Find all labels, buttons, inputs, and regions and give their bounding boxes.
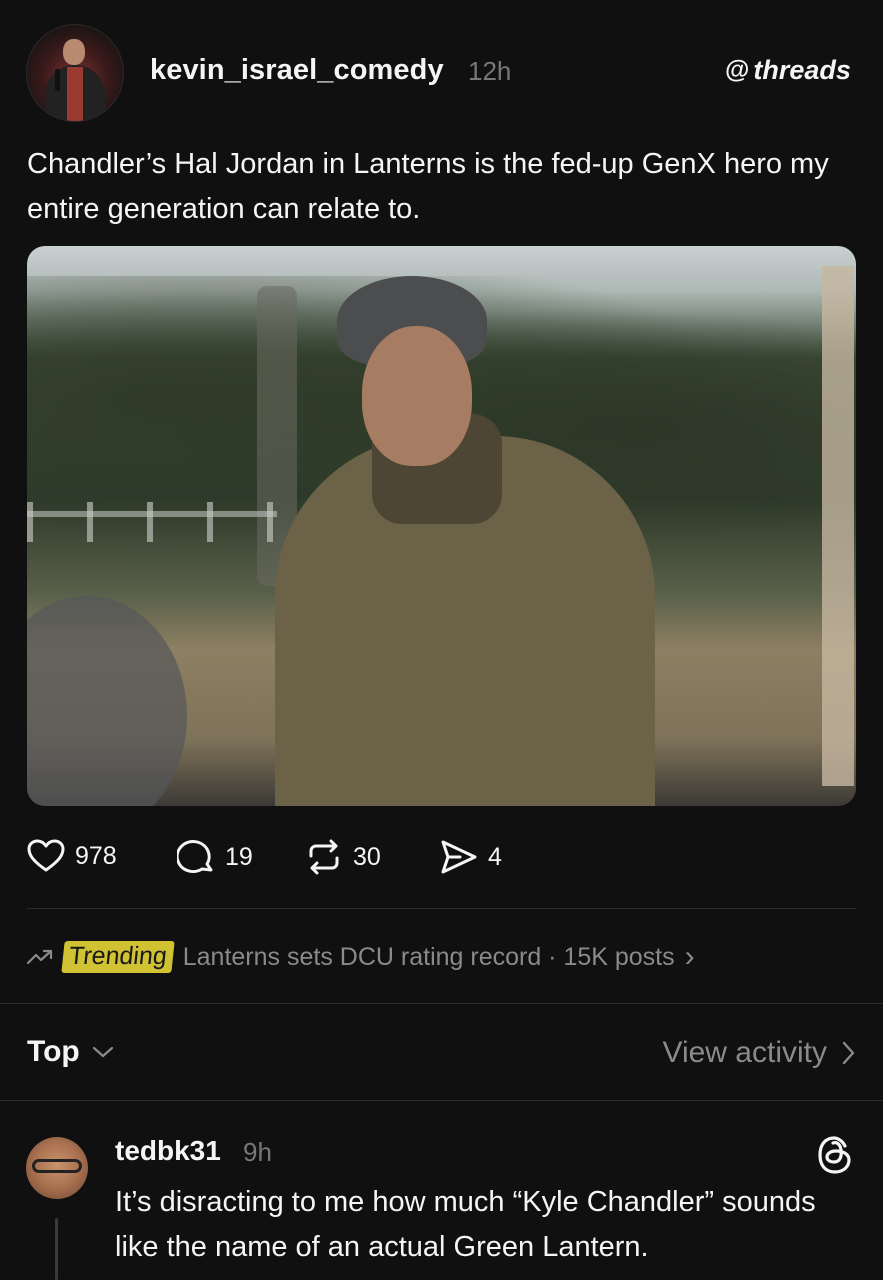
author-avatar[interactable]	[26, 24, 124, 122]
post-image[interactable]	[27, 246, 856, 806]
trending-arrow-icon	[27, 949, 53, 965]
send-icon	[441, 840, 477, 874]
thread-line	[55, 1218, 58, 1280]
divider	[27, 908, 856, 909]
view-activity-label: View activity	[662, 1036, 827, 1069]
threads-logo-icon: @	[725, 56, 750, 84]
trending-row[interactable]: Trending Lanterns sets DCU rating record…	[27, 940, 695, 974]
like-button[interactable]: 978	[27, 839, 117, 873]
post-text: Chandler’s Hal Jordan in Lanterns is the…	[27, 148, 829, 225]
share-button[interactable]: 4	[440, 839, 502, 875]
threads-brand-label: threads	[753, 55, 851, 85]
view-activity-link[interactable]: View activity	[662, 1036, 855, 1070]
threads-logo-icon[interactable]	[815, 1134, 855, 1181]
repost-icon	[309, 839, 339, 875]
author-username[interactable]: kevin_israel_comedy	[150, 54, 444, 87]
reply-avatar[interactable]	[26, 1137, 88, 1199]
like-count: 978	[75, 841, 117, 870]
sort-dropdown[interactable]: Top	[27, 1035, 114, 1069]
reply-username[interactable]: tedbk31	[115, 1135, 221, 1167]
chevron-right-icon: ›	[684, 940, 695, 973]
reply-text: It’s disracting to me how much “Kyle Cha…	[115, 1186, 816, 1263]
trending-topic: Lanterns sets DCU rating record · 15K po…	[182, 942, 675, 971]
repost-button[interactable]: 30	[305, 839, 381, 875]
divider	[0, 1100, 883, 1101]
trending-badge: Trending	[61, 941, 175, 973]
sort-label: Top	[27, 1035, 80, 1068]
chevron-down-icon	[92, 1046, 113, 1058]
reply-button[interactable]: 19	[177, 839, 253, 875]
share-count: 4	[488, 842, 502, 871]
divider	[0, 1003, 883, 1004]
repost-count: 30	[353, 842, 381, 871]
threads-brand: @ threads	[725, 55, 851, 86]
heart-icon	[27, 839, 65, 872]
speech-bubble-icon	[177, 840, 213, 873]
reply-timestamp: 9h	[243, 1137, 272, 1167]
chevron-right-icon	[842, 1041, 855, 1065]
post-timestamp: 12h	[468, 56, 512, 86]
reply-count: 19	[225, 842, 253, 871]
